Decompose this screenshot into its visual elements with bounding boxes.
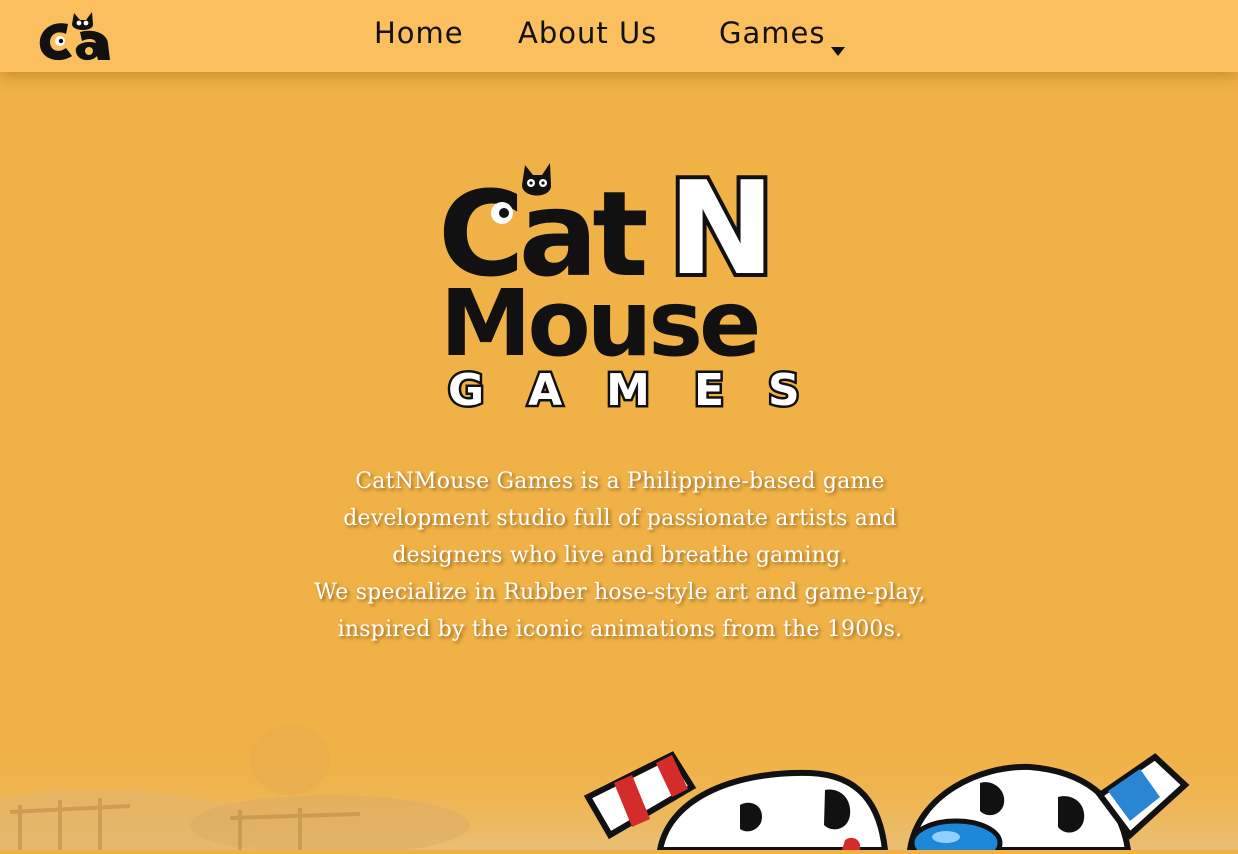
cup-characters-illustration (580, 745, 1200, 854)
cat-logo-icon (39, 12, 110, 61)
about-paragraph-2: We specialize in Rubber hose-style art a… (314, 580, 926, 642)
nav-home-link[interactable]: Home (374, 16, 464, 50)
top-navbar: Home About Us Games (0, 0, 1238, 72)
about-paragraph-1: CatNMouse Games is a Philippine-based ga… (343, 469, 897, 568)
nav-games-label: Games (719, 16, 826, 50)
nav-logo[interactable] (36, 10, 116, 64)
catnmouse-games-logo: Cat N Mouse GAMES (430, 151, 810, 420)
nav-games-dropdown[interactable]: Games (719, 16, 846, 56)
caret-down-icon (831, 30, 846, 56)
logo-mouse-text: Mouse (440, 270, 757, 377)
nav-about-link[interactable]: About Us (518, 16, 657, 50)
logo-games-text: GAMES (448, 365, 810, 416)
about-description: CatNMouse Games is a Philippine-based ga… (290, 463, 950, 648)
